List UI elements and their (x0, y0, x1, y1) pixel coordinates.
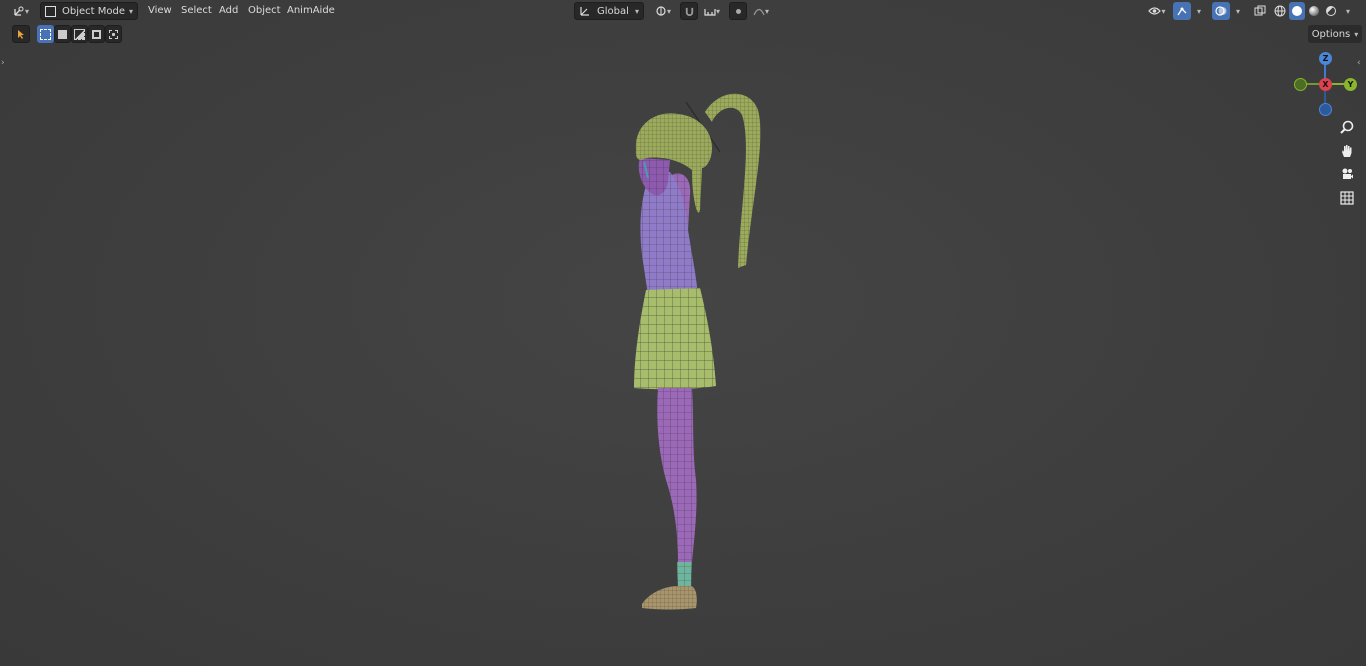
snap-toggle[interactable] (680, 2, 698, 20)
select-extend-icon (58, 29, 67, 39)
gizmo-neg-z-axis[interactable] (1319, 103, 1332, 116)
proportional-edit-toggle[interactable] (729, 2, 747, 20)
shoe (642, 586, 697, 610)
magnet-icon (684, 6, 695, 17)
pivot-point-button[interactable]: ▾ (650, 2, 676, 20)
overlays-toggle[interactable] (1212, 2, 1230, 20)
menu-animaide[interactable]: AnimAide (287, 2, 335, 20)
camera-icon (1340, 167, 1354, 181)
chevron-down-icon: ▾ (128, 6, 133, 16)
chevron-down-icon: ▾ (24, 6, 29, 16)
gizmo-x-axis[interactable]: X (1319, 78, 1332, 91)
gizmo-dropdown[interactable]: ▾ (1192, 2, 1206, 20)
select-intersect-icon (109, 29, 118, 39)
3d-viewport[interactable]: ▾ Object Mode ▾ View Select Add Object A… (0, 0, 1366, 666)
options-dropdown[interactable]: Options ▾ (1308, 25, 1362, 43)
gizmo-icon (1176, 5, 1188, 17)
material-sphere-icon (1309, 6, 1319, 16)
snap-increment-icon (704, 5, 716, 17)
mode-label: Object Mode (62, 5, 125, 17)
chevron-down-icon: ▾ (1196, 6, 1201, 16)
hand-icon (1340, 144, 1354, 158)
gizmo-z-axis[interactable]: Z (1319, 52, 1332, 65)
camera-view-button[interactable] (1336, 163, 1358, 185)
sock (677, 562, 692, 588)
viewport-header: ▾ Object Mode ▾ View Select Add Object A… (0, 0, 1366, 22)
menu-add[interactable]: Add (219, 2, 238, 20)
shading-wireframe[interactable] (1272, 2, 1288, 20)
editor-type-button[interactable]: ▾ (8, 2, 34, 20)
menu-view[interactable]: View (148, 2, 172, 20)
chevron-down-icon: ▾ (1235, 6, 1240, 16)
menu-object[interactable]: Object (248, 2, 281, 20)
orientation-label: Global (597, 5, 629, 17)
overlays-icon (1215, 5, 1227, 17)
zoom-button[interactable] (1336, 116, 1358, 138)
overlays-dropdown[interactable]: ▾ (1231, 2, 1245, 20)
object-mode-icon (45, 5, 56, 17)
chevron-down-icon: ▾ (1354, 29, 1359, 39)
character-model[interactable] (600, 90, 780, 620)
select-new-icon (40, 28, 51, 40)
pan-button[interactable] (1336, 140, 1358, 162)
axis-editor-icon (13, 5, 25, 17)
falloff-button[interactable]: ▾ (748, 2, 774, 20)
rendered-sphere-icon (1326, 6, 1336, 16)
perspective-toggle-button[interactable] (1336, 187, 1358, 209)
tool-select-button[interactable] (12, 25, 30, 43)
mode-selector[interactable]: Object Mode ▾ (40, 2, 138, 20)
shading-solid[interactable] (1289, 2, 1305, 20)
wireframe-sphere-icon (1274, 5, 1286, 17)
falloff-curve-icon (753, 6, 765, 16)
shading-material[interactable] (1306, 2, 1322, 20)
select-mode-extend[interactable] (54, 25, 71, 43)
transform-orientation-dropdown[interactable]: Global ▾ (574, 2, 644, 20)
gizmo-neg-y-axis[interactable] (1294, 78, 1307, 91)
grid-icon (1340, 191, 1354, 205)
select-mode-difference[interactable] (88, 25, 105, 43)
menu-select[interactable]: Select (181, 2, 212, 20)
select-mode-subtract[interactable] (71, 25, 88, 43)
select-mode-new[interactable] (37, 25, 54, 43)
options-label: Options (1311, 28, 1351, 40)
chevron-down-icon: ▾ (634, 6, 639, 16)
gizmo-y-axis[interactable]: Y (1344, 78, 1357, 91)
shading-rendered[interactable] (1323, 2, 1339, 20)
select-subtract-icon (74, 28, 85, 40)
chevron-down-icon: ▾ (666, 6, 671, 16)
snap-target-button[interactable]: ▾ (700, 2, 724, 20)
gizmo-toggle[interactable] (1173, 2, 1191, 20)
skirt (634, 288, 716, 390)
select-difference-icon (92, 29, 101, 39)
cursor-arrow-icon (16, 29, 26, 39)
toolbar-expand-arrow-icon[interactable]: › (1, 58, 5, 68)
leg (657, 388, 697, 562)
proportional-edit-icon (735, 8, 741, 14)
chevron-down-icon: ▾ (1345, 6, 1350, 16)
navigation-gizmo[interactable]: Z X Y (1290, 52, 1360, 116)
xray-icon (1254, 5, 1266, 17)
shading-dropdown[interactable]: ▾ (1341, 2, 1355, 20)
orientation-icon (579, 5, 591, 17)
chevron-down-icon: ▾ (764, 6, 769, 16)
chevron-down-icon: ▾ (715, 6, 720, 16)
pivot-icon (655, 5, 667, 17)
magnifier-icon (1340, 120, 1354, 134)
chevron-down-icon: ▾ (1161, 6, 1166, 16)
select-mode-intersect[interactable] (105, 25, 122, 43)
xray-toggle[interactable] (1251, 2, 1269, 20)
eye-icon (1148, 6, 1162, 16)
solid-sphere-icon (1292, 6, 1302, 16)
visibility-button[interactable]: ▾ (1144, 2, 1170, 20)
